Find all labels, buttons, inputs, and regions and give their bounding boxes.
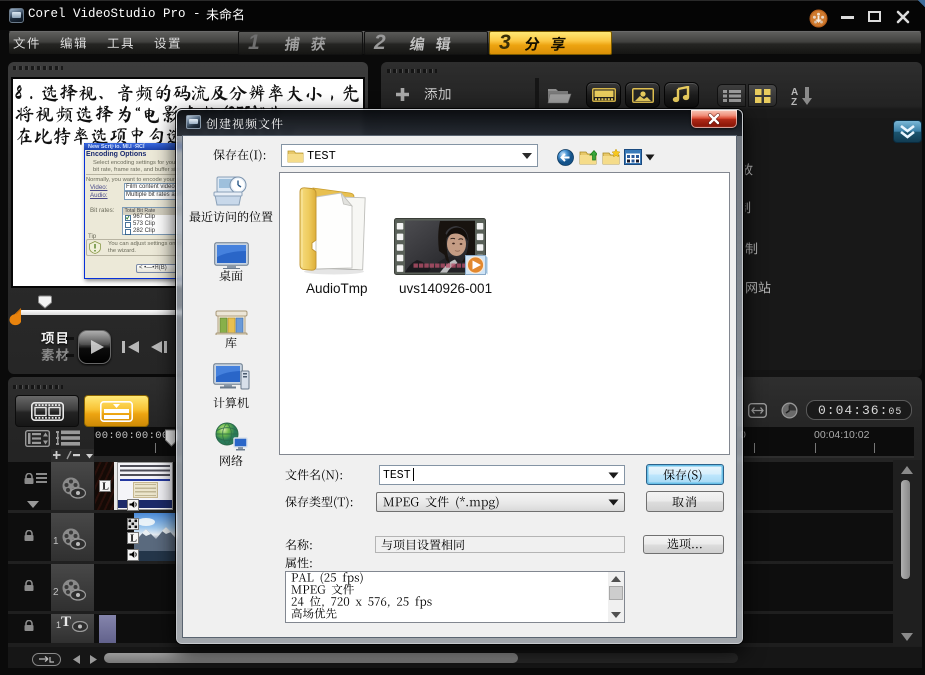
svg-text:L: L xyxy=(102,482,109,492)
svg-text:Z: Z xyxy=(791,97,797,107)
svg-text:L: L xyxy=(130,534,137,544)
